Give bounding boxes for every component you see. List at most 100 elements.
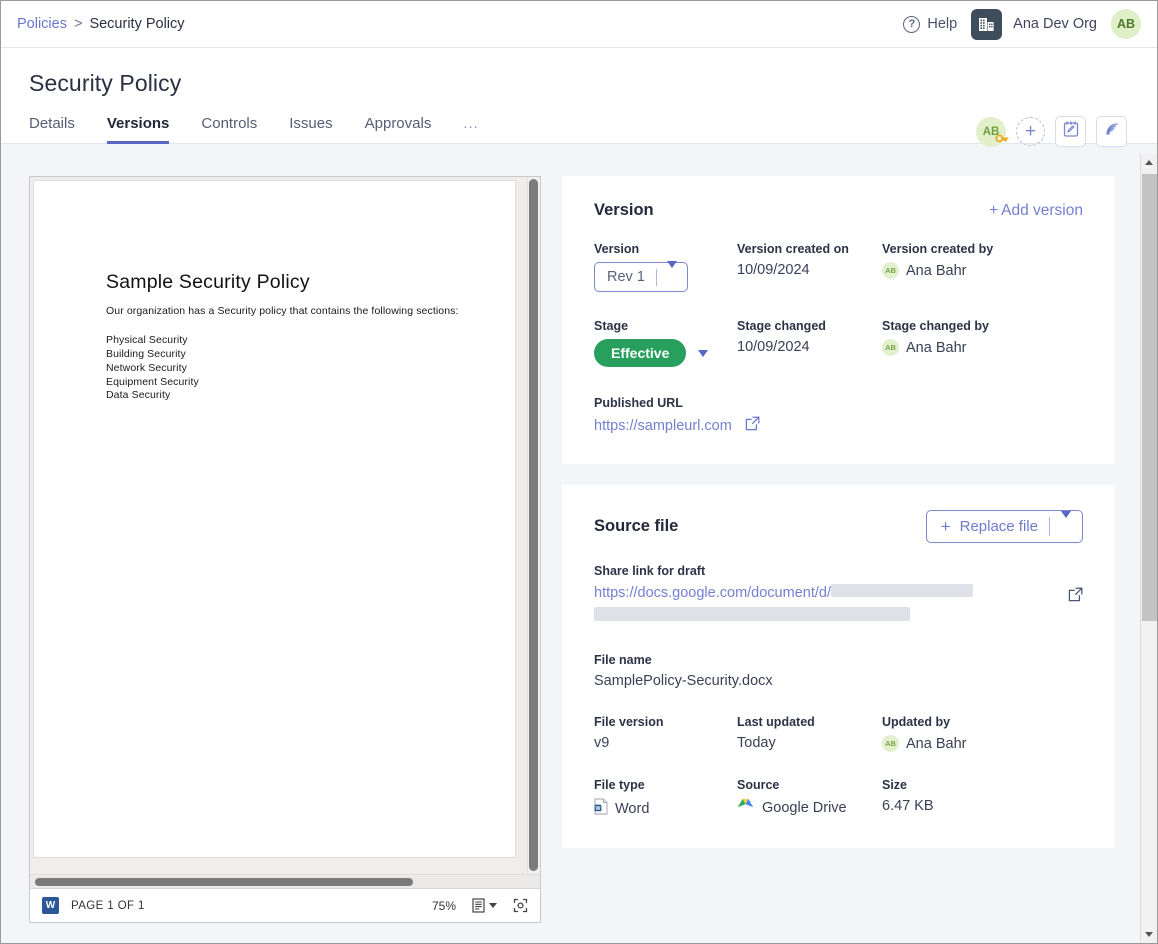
google-drive-icon: [737, 798, 754, 818]
version-card-header: Version + Add version: [594, 201, 1083, 220]
size-label: Size: [882, 778, 908, 792]
source-field: Source Google Drive: [737, 778, 882, 820]
file-name-label: File name: [594, 653, 652, 667]
top-navigation-bar: Policies > Security Policy ? Help Ana De…: [1, 1, 1157, 48]
external-link-icon[interactable]: [745, 416, 760, 436]
viewer-vertical-scrollbar-thumb[interactable]: [529, 179, 538, 871]
replace-file-label: Replace file: [959, 518, 1038, 535]
page-header: Security Policy AB + Details Versions Co…: [1, 48, 1157, 147]
stage-changed-value: 10/09/2024: [737, 339, 810, 355]
chevron-down-icon: [1145, 932, 1153, 937]
replace-file-button[interactable]: + Replace file: [925, 510, 1083, 543]
page-header-actions: AB +: [976, 116, 1127, 147]
version-created-on-value: 10/09/2024: [737, 262, 810, 278]
person-name: Ana Bahr: [906, 262, 967, 279]
last-updated-label: Last updated: [737, 715, 815, 729]
file-name-field: File name SamplePolicy-Security.docx: [594, 653, 1083, 689]
plus-icon: +: [989, 201, 999, 219]
last-updated-field: Last updated Today: [737, 715, 882, 752]
source-value: Google Drive: [737, 798, 882, 818]
avatar: AB: [882, 735, 899, 752]
breadcrumb-policies-link[interactable]: Policies: [17, 16, 67, 32]
redacted-link-part: [594, 607, 910, 621]
add-member-button[interactable]: +: [1016, 117, 1045, 146]
breadcrumb: Policies > Security Policy: [17, 16, 185, 32]
stage-changed-by-label: Stage changed by: [882, 319, 989, 333]
add-version-button[interactable]: + Add version: [989, 202, 1083, 220]
published-url-row: https://sampleurl.com: [594, 416, 1083, 436]
document-section-item: Equipment Security: [106, 375, 199, 388]
breadcrumb-current: Security Policy: [89, 16, 185, 32]
source-file-card: Source file + Replace file Share link fo…: [562, 485, 1115, 848]
stage-control[interactable]: Effective: [594, 339, 737, 367]
page-scrollbar-thumb[interactable]: [1142, 174, 1157, 621]
details-column: Version + Add version Version Rev 1 Vers…: [541, 154, 1157, 943]
chevron-down-icon[interactable]: [698, 349, 709, 357]
document-preview-pane: Sample Security Policy Our organization …: [1, 154, 541, 943]
source-file-card-title: Source file: [594, 517, 679, 535]
chevron-down-icon: [1061, 510, 1071, 535]
chevron-up-icon: [1145, 160, 1153, 165]
updated-by-label: Updated by: [882, 715, 951, 729]
stage-label: Stage: [594, 319, 629, 333]
page-layout-button[interactable]: [472, 898, 497, 913]
tab-versions[interactable]: Versions: [106, 115, 170, 144]
tab-overflow-menu[interactable]: ...: [463, 115, 479, 144]
last-updated-value: Today: [737, 735, 776, 751]
document-canvas: Sample Security Policy Our organization …: [30, 177, 540, 874]
word-file-icon: W: [42, 897, 59, 914]
subscribe-feed-button[interactable]: [1096, 116, 1127, 147]
fit-page-button[interactable]: [513, 898, 528, 913]
published-url-label: Published URL: [594, 396, 683, 410]
clipboard-note-icon: [1062, 120, 1080, 143]
chevron-down-icon: [666, 261, 677, 285]
viewer-vertical-scrollbar[interactable]: [527, 177, 540, 874]
notes-button[interactable]: [1055, 116, 1086, 147]
share-link-label: Share link for draft: [594, 564, 706, 578]
stage-changed-by-field: Stage changed by AB Ana Bahr: [882, 319, 1083, 367]
add-version-label: Add version: [1001, 201, 1083, 219]
org-selector[interactable]: Ana Dev Org: [971, 8, 1097, 40]
chevron-down-icon: [489, 903, 497, 908]
share-link-value[interactable]: https://docs.google.com/document/d/: [594, 585, 831, 601]
size-value: 6.47 KB: [882, 798, 934, 814]
tab-details[interactable]: Details: [29, 115, 75, 144]
viewer-horizontal-scrollbar-thumb[interactable]: [35, 878, 413, 886]
external-link-icon[interactable]: [1068, 587, 1083, 607]
version-card: Version + Add version Version Rev 1 Vers…: [562, 176, 1115, 464]
svg-text:W: W: [596, 806, 601, 812]
stage-changed-label: Stage changed: [737, 319, 826, 333]
share-link-row: https://docs.google.com/document/d/: [594, 584, 1083, 626]
page-body: Sample Security Policy Our organization …: [1, 154, 1157, 943]
page-tabs: Details Versions Controls Issues Approva…: [29, 114, 1129, 144]
file-type-value: W Word: [594, 798, 737, 820]
stage-changed-by-value: AB Ana Bahr: [882, 339, 1083, 356]
tab-issues[interactable]: Issues: [289, 115, 332, 144]
question-circle-icon: ?: [903, 15, 921, 33]
document-section-item: Network Security: [106, 361, 187, 374]
plus-icon: +: [1024, 121, 1037, 142]
published-url-value[interactable]: https://sampleurl.com: [594, 418, 732, 434]
policy-owner-avatar[interactable]: AB: [976, 116, 1009, 149]
size-field: Size 6.47 KB: [882, 778, 1083, 820]
tab-controls[interactable]: Controls: [201, 115, 257, 144]
tab-approvals[interactable]: Approvals: [365, 115, 432, 144]
viewer-toolbar: W PAGE 1 OF 1 75%: [30, 888, 540, 922]
user-avatar[interactable]: AB: [1111, 9, 1141, 39]
file-version-value: v9: [594, 735, 610, 751]
person-name: Ana Bahr: [906, 339, 967, 356]
version-created-by-label: Version created by: [882, 242, 994, 256]
scroll-up-button[interactable]: [1141, 154, 1157, 171]
source-label: Source: [737, 778, 780, 792]
version-created-by-field: Version created by AB Ana Bahr: [882, 242, 1083, 292]
updated-by-value: AB Ana Bahr: [882, 735, 1083, 752]
viewer-toolbar-right: 75%: [432, 898, 528, 913]
building-icon: [971, 8, 1003, 40]
help-button[interactable]: ? Help: [903, 15, 957, 33]
key-icon: [995, 131, 1009, 149]
version-select[interactable]: Rev 1: [594, 261, 688, 292]
viewer-horizontal-scrollbar[interactable]: [30, 874, 540, 888]
page-vertical-scrollbar[interactable]: [1140, 154, 1157, 943]
scroll-down-button[interactable]: [1141, 926, 1157, 943]
redacted-link-part: [830, 584, 973, 597]
